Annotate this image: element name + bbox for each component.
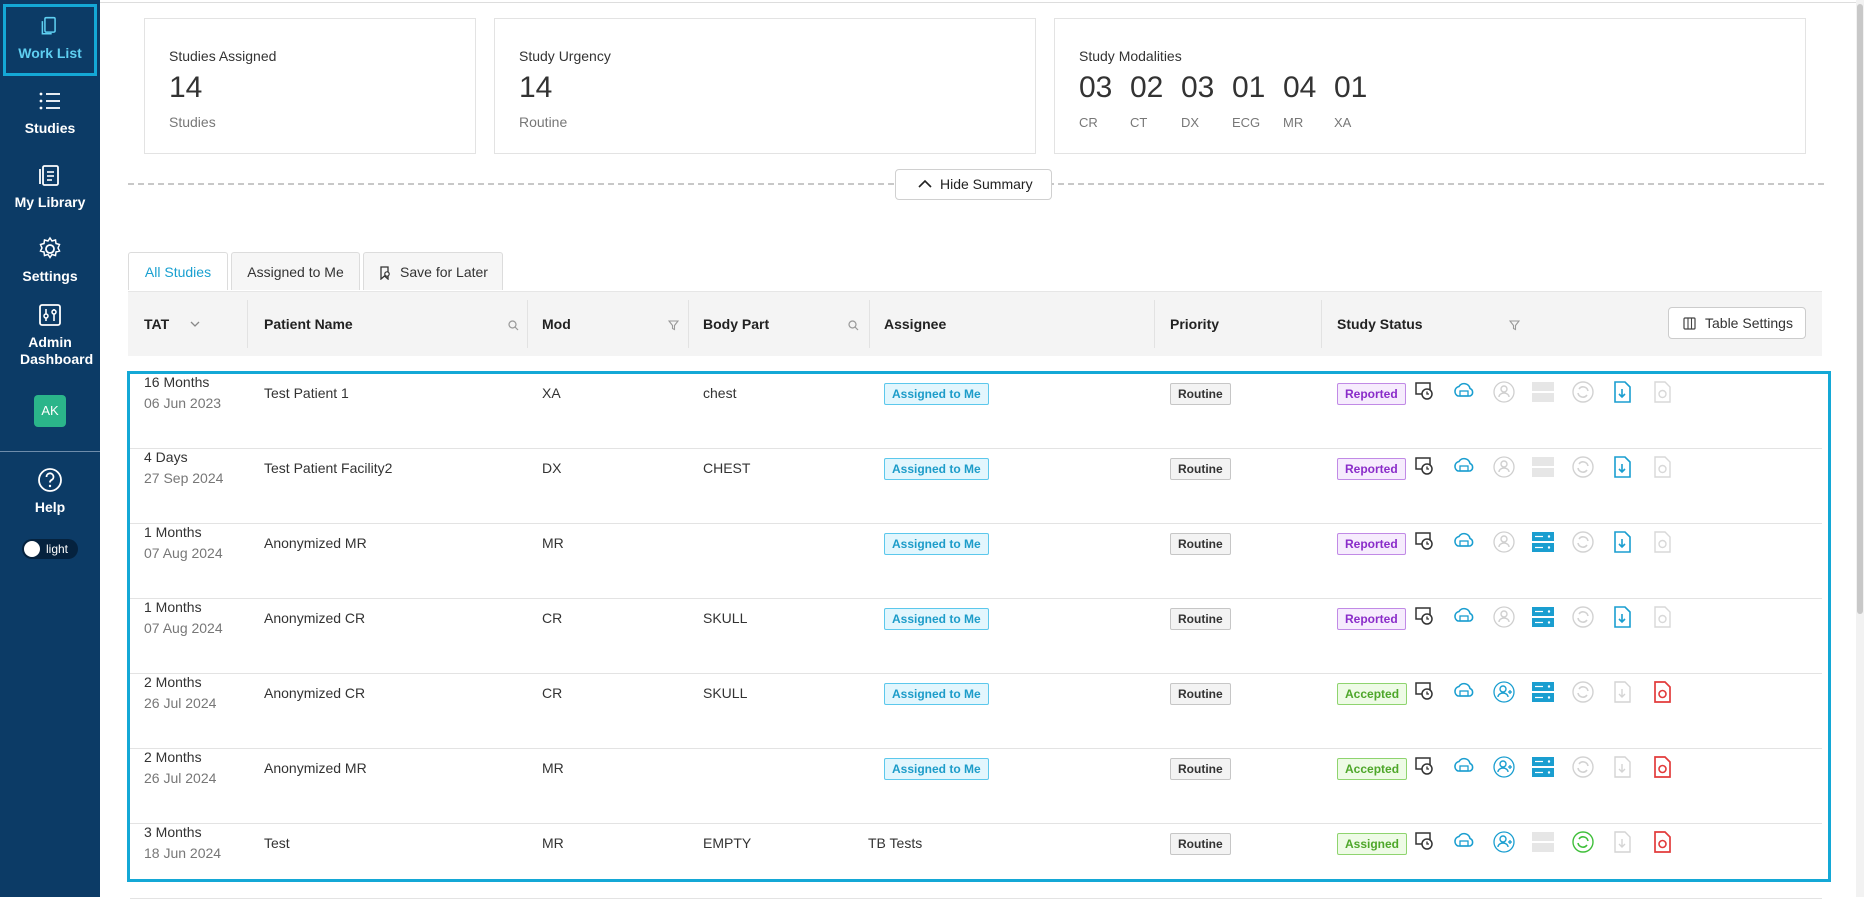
help-icon <box>38 468 62 492</box>
sidebar: Work List Studies My Library Settings Ad… <box>0 0 100 897</box>
theme-label: light <box>46 542 69 556</box>
nav-label: Settings <box>22 268 78 284</box>
library-icon <box>39 165 59 186</box>
nav-work-list[interactable]: Work List <box>3 4 97 76</box>
tab-assigned-to-me[interactable]: Assigned to Me <box>231 252 360 290</box>
toggle-knob <box>24 541 40 557</box>
hide-summary-button[interactable]: Hide Summary <box>895 169 1052 200</box>
study-urgency-card: Study Urgency 14 Routine <box>494 18 1036 154</box>
nav-label: My Library <box>14 194 86 210</box>
selection-highlight <box>127 371 1831 882</box>
table-settings-label: Table Settings <box>1705 315 1793 331</box>
nav-help[interactable]: Help <box>0 467 100 515</box>
header-assignee[interactable]: Assignee <box>884 292 946 357</box>
nav-studies[interactable]: Studies <box>0 88 100 136</box>
nav-my-library[interactable]: My Library <box>0 162 100 210</box>
modality-count: 02 CT <box>1130 71 1180 130</box>
card-subtitle: Studies <box>169 114 216 130</box>
column-divider <box>869 300 870 348</box>
tab-all-studies[interactable]: All Studies <box>128 252 228 290</box>
modality-label: XA <box>1334 115 1352 130</box>
header-body-part[interactable]: Body Part <box>703 292 769 357</box>
card-value: 14 <box>169 71 203 104</box>
avatar[interactable]: AK <box>34 395 66 427</box>
gear-icon <box>39 236 61 259</box>
bookmark-search-icon <box>380 266 390 281</box>
modality-label: MR <box>1283 115 1304 130</box>
nav-settings[interactable]: Settings <box>0 236 100 284</box>
scrollbar-thumb[interactable] <box>1857 4 1863 614</box>
scrollbar[interactable] <box>1856 0 1864 897</box>
card-title: Study Urgency <box>519 48 611 64</box>
theme-toggle[interactable]: light <box>22 539 78 559</box>
list-icon <box>39 92 60 110</box>
tab-save-for-later[interactable]: Save for Later <box>363 252 503 290</box>
modality-count: 01 XA <box>1334 71 1384 130</box>
tab-label: All Studies <box>144 264 212 280</box>
card-subtitle: Routine <box>519 114 568 130</box>
hide-summary-label: Hide Summary <box>940 176 1033 192</box>
modality-label: ECG <box>1232 115 1261 130</box>
modality-count: 03 CR <box>1079 71 1129 130</box>
modality-value: 03 <box>1079 71 1113 104</box>
header-study-status[interactable]: Study Status <box>1337 292 1423 357</box>
card-title: Studies Assigned <box>169 48 277 64</box>
worklist-icon <box>41 16 56 35</box>
nav-label: Help <box>34 499 66 515</box>
study-modalities-card: Study Modalities 03 CR 02 CT 03 DX 01 ECG 04… <box>1054 18 1806 154</box>
card-value: 14 <box>519 71 553 104</box>
nav-label: Admin Dashboard <box>20 334 94 367</box>
header-tat[interactable]: TAT <box>144 292 169 357</box>
modality-label: DX <box>1181 115 1200 130</box>
sidebar-divider <box>0 451 100 452</box>
search-icon[interactable] <box>848 320 859 331</box>
modality-value: 01 <box>1232 71 1266 104</box>
modality-value: 01 <box>1334 71 1368 104</box>
columns-icon <box>1683 317 1696 330</box>
column-divider <box>688 300 689 348</box>
modality-value: 03 <box>1181 71 1215 104</box>
filter-icon[interactable] <box>1509 320 1520 331</box>
column-divider <box>527 300 528 348</box>
modality-value: 04 <box>1283 71 1317 104</box>
modality-value: 02 <box>1130 71 1164 104</box>
nav-admin-dashboard[interactable]: Admin Dashboard <box>0 302 100 368</box>
modality-label: CT <box>1130 115 1148 130</box>
header-patient-name[interactable]: Patient Name <box>264 292 353 357</box>
tab-label: Save for Later <box>400 264 488 280</box>
card-title: Study Modalities <box>1079 48 1182 64</box>
modality-count: 04 MR <box>1283 71 1333 130</box>
table-settings-button[interactable]: Table Settings <box>1668 307 1806 339</box>
top-border <box>100 2 1864 3</box>
modality-label: CR <box>1079 115 1098 130</box>
tab-label: Assigned to Me <box>247 264 344 280</box>
modality-count: 03 DX <box>1181 71 1231 130</box>
nav-label: Studies <box>24 120 76 136</box>
sliders-icon <box>39 304 61 326</box>
modality-count: 01 ECG <box>1232 71 1282 130</box>
search-icon[interactable] <box>508 320 519 331</box>
chevron-up-icon <box>918 179 932 188</box>
column-divider <box>1154 300 1155 348</box>
table-header: TAT Patient Name Mod Body Part Assignee … <box>128 291 1822 356</box>
header-priority[interactable]: Priority <box>1170 292 1219 357</box>
filter-icon[interactable] <box>668 320 679 331</box>
nav-label: Work List <box>18 45 82 61</box>
column-divider <box>247 300 248 348</box>
column-divider <box>1321 300 1322 348</box>
studies-assigned-card: Studies Assigned 14 Studies <box>144 18 476 154</box>
chevron-down-icon[interactable] <box>190 321 200 328</box>
header-mod[interactable]: Mod <box>542 292 571 357</box>
